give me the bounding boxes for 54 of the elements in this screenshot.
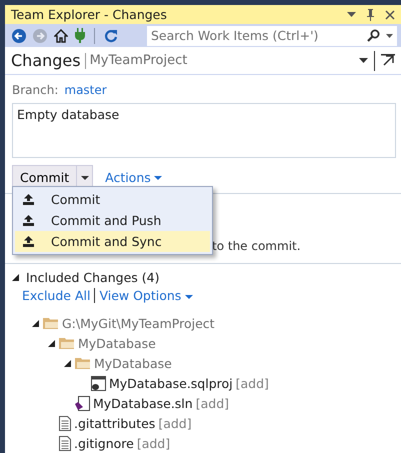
change-status: [add] <box>196 396 230 410</box>
expand-toggle-icon[interactable] <box>32 320 38 326</box>
branch-link[interactable]: master <box>64 83 107 97</box>
caret-icon <box>185 294 194 299</box>
search-field[interactable]: Search Work Items (Ctrl+') <box>147 26 397 46</box>
window-title: Team Explorer - Changes <box>11 7 168 22</box>
upload-icon <box>22 215 34 226</box>
project-file-icon <box>91 376 106 390</box>
tree-item[interactable]: MyDatabase.sln <box>93 396 193 410</box>
page-title: Changes <box>11 51 81 70</box>
menu-item[interactable]: Commit and Push <box>15 210 210 231</box>
actions-link[interactable]: Actions <box>105 170 162 185</box>
change-status: [add] <box>136 436 170 450</box>
tree-item[interactable]: MyDatabase <box>78 336 156 350</box>
plug-icon[interactable] <box>75 28 85 44</box>
solution-file-icon <box>75 396 90 410</box>
menu-item[interactable]: Commit <box>15 189 210 210</box>
expand-toggle-icon[interactable] <box>64 360 70 366</box>
hint-text: to the commit. <box>212 239 301 253</box>
caret-icon[interactable] <box>386 34 393 38</box>
document-icon <box>59 416 71 430</box>
commit-message-field[interactable]: Empty database <box>12 103 396 158</box>
home-icon[interactable] <box>54 28 68 43</box>
section-link[interactable]: Exclude All <box>22 288 90 303</box>
dropdown-icon[interactable] <box>347 12 356 18</box>
tree-item[interactable]: MyDatabase.sqlproj <box>109 376 233 390</box>
document-icon <box>59 436 71 450</box>
tree-item[interactable]: MyDatabase <box>94 356 172 370</box>
project-name: MyTeamProject <box>90 53 188 68</box>
menu-item[interactable]: Commit and Sync <box>15 231 210 252</box>
folder-icon <box>59 337 75 349</box>
dropdown-icon[interactable] <box>359 58 368 64</box>
undock-icon[interactable] <box>381 54 395 68</box>
folder-icon <box>43 317 59 329</box>
tree-item[interactable]: .gitattributes <box>74 416 156 430</box>
pin-icon[interactable] <box>366 8 375 21</box>
section-title: Included Changes (4) <box>26 270 160 285</box>
tree-item[interactable]: .gitignore <box>74 436 134 450</box>
change-status: [add] <box>236 376 269 390</box>
back-icon[interactable] <box>12 28 26 43</box>
collapse-icon[interactable] <box>12 274 19 281</box>
expand-toggle-icon[interactable] <box>48 340 54 346</box>
caret-icon <box>80 176 89 180</box>
caret-icon <box>154 176 162 180</box>
section-link[interactable]: View Options <box>99 288 194 303</box>
branch-label: Branch: <box>12 83 58 97</box>
close-icon[interactable] <box>385 10 395 20</box>
upload-icon <box>22 194 34 205</box>
folder-icon <box>75 357 91 369</box>
tree-item[interactable]: G:\MyGit\MyTeamProject <box>62 316 215 330</box>
refresh-icon[interactable] <box>104 28 118 43</box>
upload-icon <box>22 236 34 247</box>
search-icon[interactable] <box>367 29 380 42</box>
change-status: [add] <box>158 416 192 430</box>
